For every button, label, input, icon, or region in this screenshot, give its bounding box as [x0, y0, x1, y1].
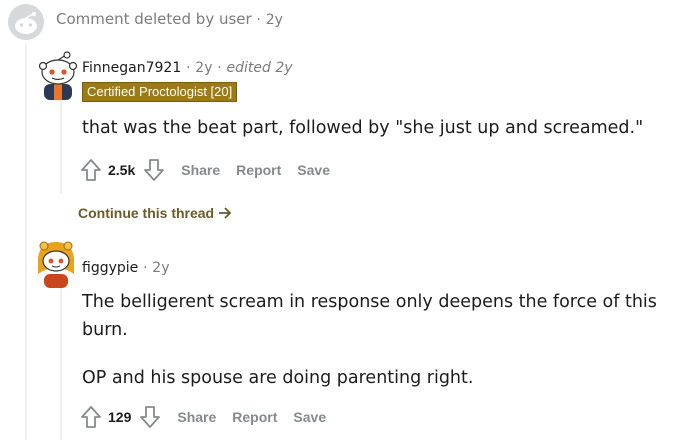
- avatar[interactable]: [36, 50, 80, 100]
- comment-actions: 2.5k Share Report Save: [80, 156, 330, 184]
- snoo-avatar-icon: [38, 51, 78, 100]
- avatar[interactable]: [34, 238, 78, 288]
- comment-body: The belligerent scream in response only …: [82, 288, 657, 392]
- snoo-avatar-icon: [38, 241, 74, 288]
- vote-score: 2.5k: [108, 162, 136, 178]
- upvote-icon[interactable]: [80, 158, 102, 182]
- user-flair: Certified Proctologist [20]: [82, 82, 238, 102]
- meta-separator: ·: [186, 60, 191, 76]
- comment-age[interactable]: 2y: [195, 60, 212, 76]
- default-avatar-icon: [8, 4, 44, 40]
- thread-line-root[interactable]: [25, 44, 27, 440]
- save-button[interactable]: Save: [297, 162, 330, 178]
- comment-body-line: The belligerent scream in response only …: [82, 292, 657, 312]
- comment-body: that was the beat part, followed by "she…: [82, 118, 644, 138]
- report-button[interactable]: Report: [236, 162, 281, 178]
- comment-age[interactable]: 2y: [152, 260, 169, 276]
- comment-body-line: burn.: [82, 320, 128, 340]
- vote-score: 129: [108, 409, 132, 425]
- upvote-icon[interactable]: [80, 405, 102, 429]
- save-button[interactable]: Save: [293, 409, 326, 425]
- edited-label: edited 2y: [226, 60, 293, 76]
- meta-separator: ·: [256, 12, 261, 28]
- continue-thread-label: Continue this thread: [78, 205, 215, 221]
- comment-actions: 129 Share Report Save: [80, 403, 326, 431]
- username-link[interactable]: Finnegan7921: [82, 60, 181, 76]
- share-button[interactable]: Share: [181, 162, 220, 178]
- meta-separator: ·: [217, 60, 222, 76]
- meta-separator: ·: [143, 260, 148, 276]
- comment-meta: Finnegan7921 · 2y · edited 2y: [82, 58, 293, 76]
- downvote-icon[interactable]: [143, 158, 165, 182]
- deleted-comment-meta: Comment deleted by user · 2y: [56, 10, 283, 28]
- comment-age[interactable]: 2y: [266, 12, 283, 28]
- downvote-icon[interactable]: [139, 405, 161, 429]
- username-link[interactable]: figgypie: [82, 260, 138, 276]
- deleted-comment-text: Comment deleted by user: [56, 10, 252, 28]
- share-button[interactable]: Share: [177, 409, 216, 425]
- arrow-right-icon: [219, 207, 232, 219]
- report-button[interactable]: Report: [232, 409, 277, 425]
- deleted-user-avatar: [8, 4, 44, 40]
- continue-thread-link[interactable]: Continue this thread: [78, 205, 232, 221]
- thread-line-comment1[interactable]: [60, 98, 62, 194]
- comment-meta: figgypie · 2y: [82, 258, 170, 276]
- comment-body-paragraph: OP and his spouse are doing parenting ri…: [82, 368, 474, 388]
- thread-line-comment2[interactable]: [60, 288, 62, 440]
